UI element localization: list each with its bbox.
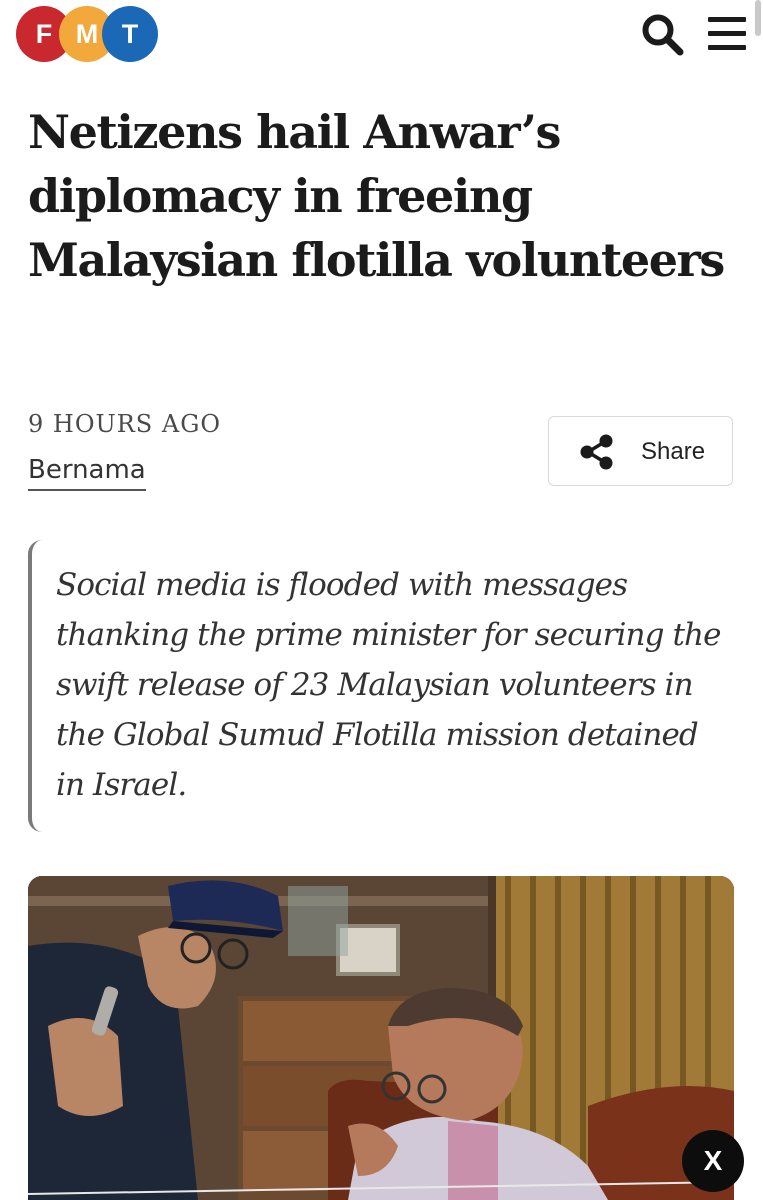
photo-illustration: [28, 876, 734, 1200]
share-label: Share: [641, 438, 706, 465]
article-summary: Social media is flooded with messages th…: [28, 540, 733, 832]
logo-letter-t: T: [102, 6, 158, 62]
fmt-logo[interactable]: F M T: [16, 6, 158, 64]
menu-button[interactable]: [706, 14, 748, 54]
article-page: F M T Netizens hail Anwar’s diplomacy in…: [0, 0, 763, 1200]
share-icon: [580, 434, 613, 470]
close-overlay-button[interactable]: X: [682, 1130, 744, 1192]
author-link[interactable]: Bernama: [28, 455, 146, 491]
published-time: 9 HOURS AGO: [28, 410, 222, 438]
share-button[interactable]: Share: [548, 416, 733, 486]
search-icon: [642, 14, 684, 56]
hamburger-menu-icon: [708, 17, 746, 50]
page-scrollbar[interactable]: [755, 0, 761, 36]
summary-text: Social media is flooded with messages th…: [56, 567, 721, 803]
article-photo[interactable]: [28, 876, 734, 1200]
search-button[interactable]: [640, 12, 686, 58]
article-headline: Netizens hail Anwar’s diplomacy in freei…: [28, 105, 725, 287]
site-header: F M T: [0, 0, 763, 72]
